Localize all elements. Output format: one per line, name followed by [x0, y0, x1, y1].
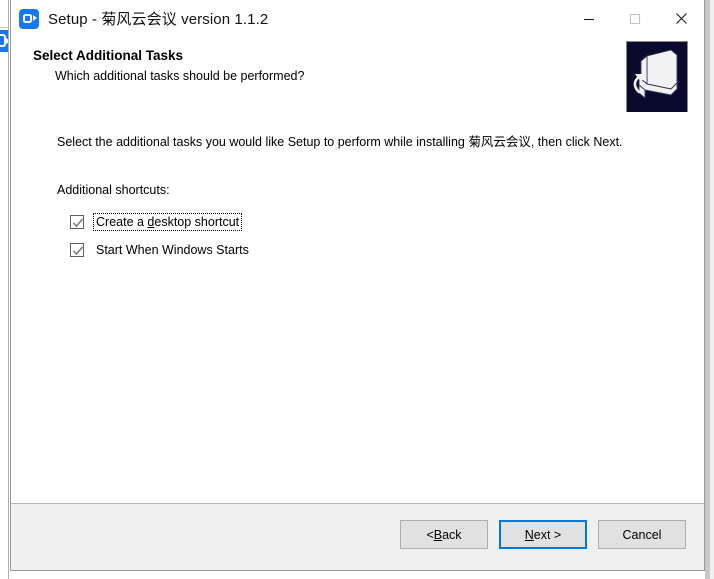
background-window-divider: [0, 27, 9, 28]
page-title: Select Additional Tasks: [33, 48, 184, 63]
video-camera-icon: [19, 8, 39, 29]
wizard-body: Select the additional tasks you would li…: [11, 112, 704, 503]
next-button[interactable]: Next >: [499, 520, 587, 549]
maximize-icon: [629, 13, 641, 24]
minimize-button[interactable]: [566, 0, 612, 37]
background-window-edge: [0, 0, 9, 579]
maximize-button[interactable]: [612, 0, 658, 37]
task-list: Create a desktop shortcut Start When Win…: [57, 208, 252, 264]
task-label-start-when-windows-starts[interactable]: Start When Windows Starts: [93, 241, 252, 259]
check-icon: [73, 246, 83, 255]
title-bar[interactable]: Setup - 菊风云会议 version 1.1.2: [11, 0, 704, 38]
next-button-accelerator: N: [524, 527, 534, 542]
video-camera-icon: [0, 34, 8, 47]
wizard-button-row: < Back Next > Cancel: [400, 520, 686, 549]
camera-body-shape: [22, 13, 32, 23]
background-scrollbar-track: [710, 0, 714, 579]
task-row[interactable]: Create a desktop shortcut: [57, 208, 252, 236]
next-button-suffix: ext >: [533, 527, 562, 542]
task-label-text-rest: esktop shortcut: [154, 215, 240, 229]
minimize-icon: [584, 18, 594, 20]
back-button-accelerator: B: [433, 527, 443, 542]
task-label-text: Create a: [96, 215, 148, 229]
cancel-button-label: Cancel: [622, 527, 662, 542]
camera-lens-shape: [32, 14, 37, 21]
task-label-text: Start When Windows Starts: [96, 243, 249, 257]
background-scrollbar[interactable]: [705, 0, 714, 579]
background-app-icon[interactable]: [0, 30, 8, 52]
back-button-prefix: <: [426, 527, 434, 542]
group-label: Additional shortcuts:: [57, 183, 170, 197]
wizard-footer: < Back Next > Cancel: [11, 503, 704, 570]
setup-computer-logo: [626, 41, 688, 113]
window-title: Setup - 菊风云会议 version 1.1.2: [48, 11, 269, 28]
instruction-text: Select the additional tasks you would li…: [57, 135, 623, 149]
back-button[interactable]: < Back: [400, 520, 488, 549]
window-controls: [566, 0, 704, 37]
checkbox-start-when-windows-starts[interactable]: [70, 243, 84, 257]
page-subtitle: Which additional tasks should be perform…: [55, 69, 305, 83]
task-row[interactable]: Start When Windows Starts: [57, 236, 252, 264]
cancel-button[interactable]: Cancel: [598, 520, 686, 549]
wizard-header: Select Additional Tasks Which additional…: [11, 38, 704, 113]
close-icon: [675, 13, 687, 24]
back-button-suffix: ack: [442, 527, 462, 542]
close-button[interactable]: [658, 0, 704, 37]
check-icon: [73, 218, 83, 227]
task-label-create-desktop-shortcut[interactable]: Create a desktop shortcut: [93, 213, 243, 231]
checkbox-create-desktop-shortcut[interactable]: [70, 215, 84, 229]
setup-window: Setup - 菊风云会议 version 1.1.2 Select Addit…: [10, 0, 705, 571]
